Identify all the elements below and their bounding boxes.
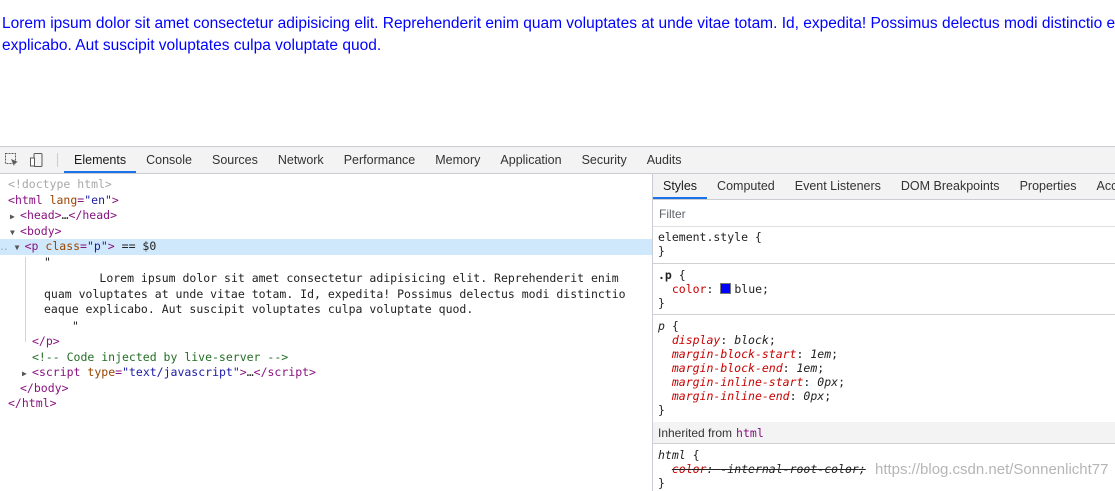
devtools-toolbar: Elements Console Sources Network Perform… [0, 147, 1115, 174]
styles-filter [653, 200, 1115, 227]
color-prop-name[interactable]: color [672, 282, 707, 296]
ua-prop-name: display [671, 333, 721, 347]
inherited-header: Inherited from html [653, 422, 1115, 444]
head-node[interactable]: ▶ <head>…</head> [10, 208, 117, 224]
ua-prop-name: margin-inline-end [671, 389, 790, 403]
sidebar-tabs: Styles Computed Event Listeners DOM Brea… [653, 174, 1115, 200]
color-swatch-icon[interactable] [720, 283, 732, 294]
element-style-rule[interactable]: element.style { } [653, 230, 1115, 264]
expand-triangle-icon[interactable]: ▶ [22, 366, 32, 382]
inherited-label: Inherited from [658, 426, 733, 440]
page-viewport: Lorem ipsum dolor sit amet consectetur a… [0, 0, 1115, 146]
doctype-text: <!doctype html> [8, 177, 112, 191]
html-attr-name: lang [49, 192, 78, 207]
selected-marker: == $0 [121, 239, 157, 253]
ua-p-close: } [658, 403, 665, 417]
head-tag-name: head [26, 208, 55, 222]
tab-computed[interactable]: Computed [707, 174, 785, 199]
class-p-selector: .p [658, 268, 672, 282]
html-prop-value: -internal-root-color [720, 462, 859, 476]
filter-input[interactable] [657, 204, 1101, 223]
devtools-panel: Elements Console Sources Network Perform… [0, 146, 1115, 491]
ua-prop-name: margin-block-start [671, 347, 797, 361]
collapse-triangle-icon[interactable]: ▼ [10, 225, 20, 241]
html-rule-close: } [658, 476, 665, 490]
tab-security[interactable]: Security [572, 147, 637, 173]
ua-p-rule[interactable]: p { display: block; margin-block-start: … [653, 319, 1115, 419]
dom-tree: <!doctype html> <html lang="en"> ▶ <head>… [0, 174, 652, 491]
html-prop-name: color [671, 462, 707, 476]
script-tag-name: script [38, 365, 81, 379]
comment-node[interactable]: <!-- Code injected by live-server --> [32, 350, 288, 366]
head-collapsed: … [61, 208, 69, 222]
indent-guide [25, 257, 26, 342]
p-node-selected[interactable]: ‥ ▼ <p class="p"> == $0 [0, 239, 652, 255]
html-close-tag-name: html [21, 396, 50, 410]
p-tag-name: p [31, 239, 39, 253]
body-close-tag-name: body [33, 380, 62, 395]
p-attr-name: class [45, 239, 81, 253]
tab-properties[interactable]: Properties [1010, 174, 1087, 199]
doctype-line[interactable]: <!doctype html> [8, 177, 112, 193]
comment-text: <!-- Code injected by live-server --> [32, 349, 289, 364]
tab-audits[interactable]: Audits [637, 147, 692, 173]
element-style-selector: element.style { [658, 230, 762, 244]
tab-console[interactable]: Console [136, 147, 202, 173]
html-selector: html [658, 448, 686, 462]
script-node[interactable]: ▶ <script type="text/javascript">…</scrip… [22, 365, 316, 381]
p-attr-value: "p" [86, 239, 108, 253]
ua-p-selector: p [658, 319, 665, 333]
html-attr-value: "en" [84, 192, 112, 207]
tab-application[interactable]: Application [490, 147, 571, 173]
collapse-triangle-icon[interactable]: ▼ [15, 240, 25, 256]
ua-prop-value: 1em [810, 347, 832, 361]
styles-pane: Styles Computed Event Listeners DOM Brea… [653, 174, 1115, 491]
inherited-tag[interactable]: html [736, 426, 764, 440]
ua-prop-value: 0px [803, 389, 825, 403]
class-p-close: } [658, 296, 665, 310]
body-tag-name: body [26, 223, 55, 238]
tab-memory[interactable]: Memory [425, 147, 490, 173]
element-style-close: } [658, 244, 665, 258]
tab-network[interactable]: Network [268, 147, 334, 173]
tab-performance[interactable]: Performance [334, 147, 426, 173]
body-close-node[interactable]: </body> [20, 381, 69, 397]
tab-elements[interactable]: Elements [64, 147, 137, 173]
tab-dom-breakpoints[interactable]: DOM Breakpoints [891, 174, 1010, 199]
devtools-tabs: Elements Console Sources Network Perform… [64, 147, 691, 173]
ua-prop-value: block [734, 333, 769, 347]
expand-triangle-icon[interactable]: ▶ [10, 209, 20, 225]
color-prop-value[interactable]: blue [734, 282, 762, 296]
tab-styles[interactable]: Styles [653, 174, 708, 199]
class-p-rule[interactable]: .p { color: blue; } [653, 268, 1115, 315]
html-tag-name: html [14, 192, 43, 207]
p-text-node[interactable]: Lorem ipsum dolor sit amet consectetur a… [44, 271, 650, 333]
inspect-element-icon[interactable] [4, 152, 20, 168]
device-toolbar-icon[interactable] [29, 152, 45, 168]
html-close-node[interactable]: </html> [8, 396, 57, 412]
tab-accessibility[interactable]: Accessibility [1087, 174, 1115, 199]
ua-prop-name: margin-inline-start [671, 375, 804, 389]
page-paragraph: Lorem ipsum dolor sit amet consectetur a… [2, 15, 1115, 54]
ua-prop-value: 1em [796, 361, 818, 375]
text-quote-close: " [72, 318, 79, 333]
body-node[interactable]: ▼ <body> [10, 224, 62, 240]
ua-prop-name: margin-block-end [671, 361, 783, 375]
tab-event-listeners[interactable]: Event Listeners [785, 174, 891, 199]
script-collapsed: … [246, 365, 254, 379]
script-close-tag-name: script [267, 365, 310, 379]
head-close-tag-name: head [82, 208, 111, 222]
script-attr-name: type [87, 365, 116, 379]
toolbar-separator [57, 153, 58, 167]
ua-prop-value: 0px [817, 375, 839, 389]
p-close-node[interactable]: </p> [32, 334, 60, 350]
script-attr-value: "text/javascript" [122, 365, 240, 379]
p-close-tag-name: p [45, 334, 53, 348]
html-node[interactable]: <html lang="en"> [8, 193, 119, 209]
text-quote-open: " [44, 254, 51, 269]
watermark: https://blog.csdn.net/Sonnenlicht77 [875, 461, 1109, 478]
tab-sources[interactable]: Sources [202, 147, 268, 173]
